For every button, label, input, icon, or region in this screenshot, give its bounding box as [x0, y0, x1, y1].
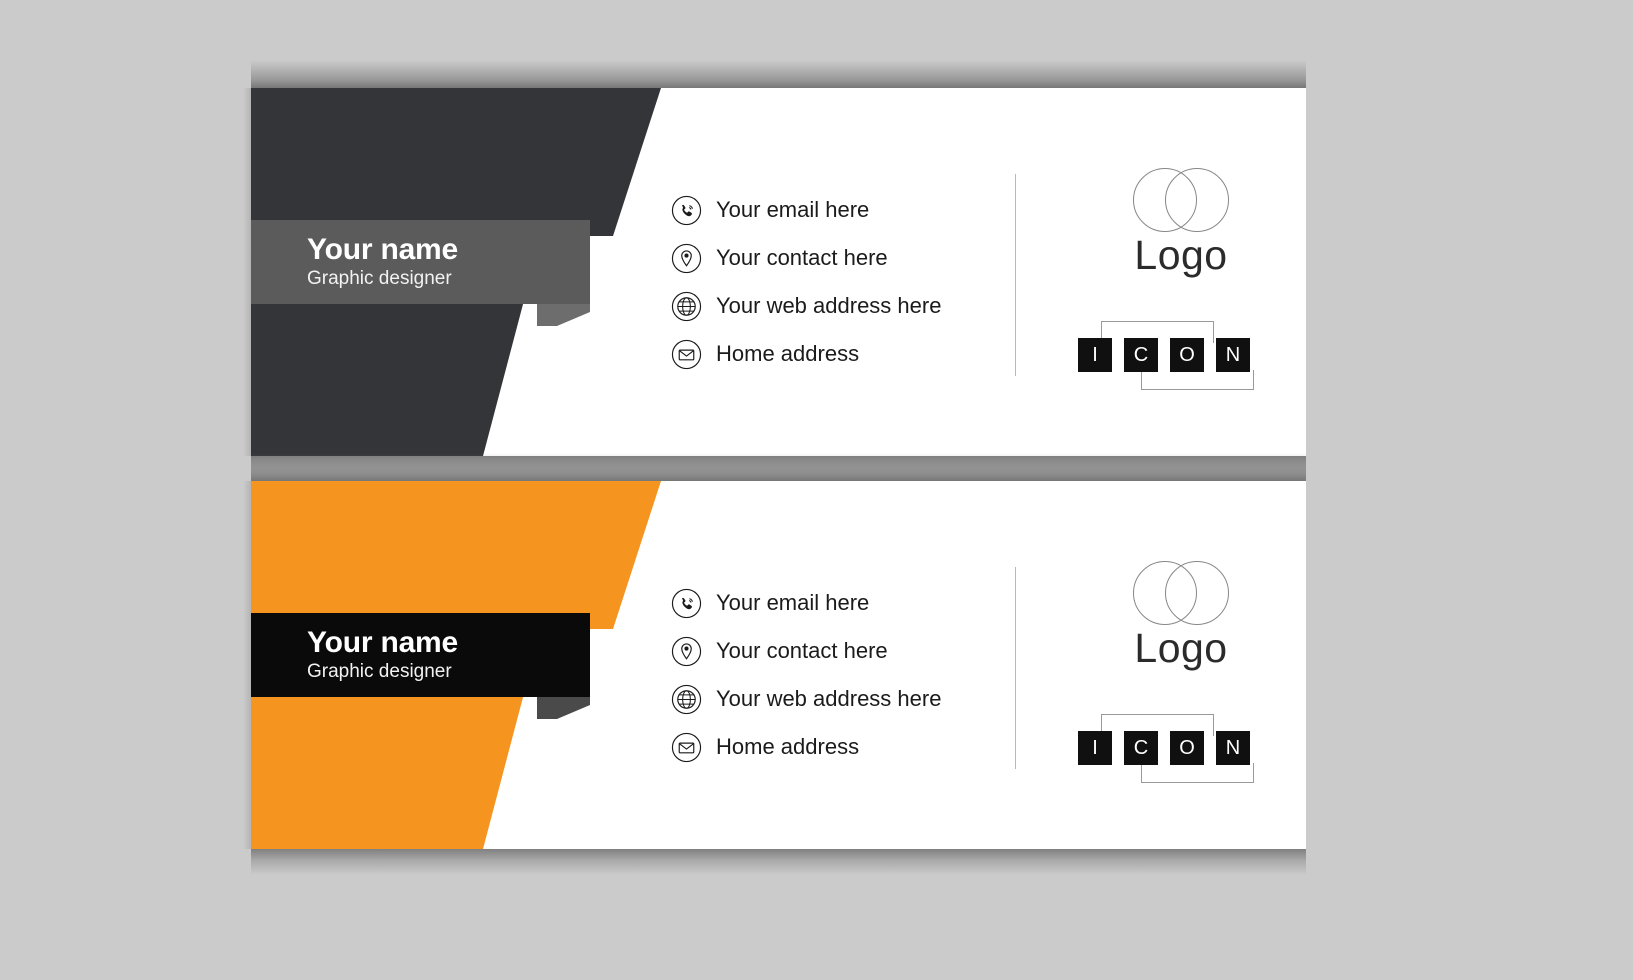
icon-badge[interactable]: I C O N: [1078, 709, 1278, 783]
icon-letter-squares: I C O N: [1078, 338, 1250, 372]
location-pin-icon: [671, 636, 702, 667]
icon-connector-bottom: [1141, 763, 1254, 783]
icon-letter-o: O: [1170, 338, 1204, 372]
name-band: Your name Graphic designer: [251, 220, 590, 304]
contact-label: Your web address here: [716, 686, 942, 711]
contact-label: Your contact here: [716, 638, 888, 663]
contact-row[interactable]: Your web address here: [671, 282, 1011, 330]
globe-icon: [671, 291, 702, 322]
contact-row[interactable]: Your email here: [671, 579, 1011, 627]
card-top-shadow: [251, 453, 1306, 481]
envelope-icon: [671, 732, 702, 763]
contact-row[interactable]: Home address: [671, 723, 1011, 771]
contact-label: Your email here: [716, 197, 870, 222]
vertical-divider: [1015, 567, 1016, 769]
icon-letter-i: I: [1078, 731, 1112, 765]
phone-icon: [671, 195, 702, 226]
location-pin-icon: [671, 243, 702, 274]
envelope-icon: [671, 339, 702, 370]
icon-letter-c: C: [1124, 338, 1158, 372]
card-name: Your name: [307, 232, 459, 266]
icon-letter-n: N: [1216, 338, 1250, 372]
logo-block[interactable]: Logo: [1091, 168, 1271, 276]
card-top-shadow: [251, 60, 1306, 88]
icon-badge[interactable]: I C O N: [1078, 316, 1278, 390]
name-band: Your name Graphic designer: [251, 613, 590, 697]
contact-row[interactable]: Your contact here: [671, 627, 1011, 675]
icon-letter-c: C: [1124, 731, 1158, 765]
contact-label: Home address: [716, 341, 860, 366]
two-overlapping-circles-icon: [1131, 561, 1231, 627]
icon-letter-i: I: [1078, 338, 1112, 372]
phone-icon: [671, 588, 702, 619]
card-role: Graphic designer: [307, 267, 452, 289]
vertical-divider: [1015, 174, 1016, 376]
contact-list: Your email here Your contact here Your w…: [671, 579, 1011, 771]
card-bottom-shadow: [251, 456, 1306, 482]
business-card-dark[interactable]: Your name Graphic designer Your email he…: [251, 88, 1306, 456]
logo-word: Logo: [1134, 625, 1228, 671]
icon-letter-squares: I C O N: [1078, 731, 1250, 765]
two-overlapping-circles-icon: [1131, 168, 1231, 234]
card-name: Your name: [307, 625, 459, 659]
icon-letter-n: N: [1216, 731, 1250, 765]
contact-list: Your email here Your contact here Your w…: [671, 186, 1011, 378]
icon-letter-o: O: [1170, 731, 1204, 765]
contact-row[interactable]: Your web address here: [671, 675, 1011, 723]
logo-block[interactable]: Logo: [1091, 561, 1271, 669]
contact-label: Home address: [716, 734, 860, 759]
logo-word: Logo: [1134, 232, 1228, 278]
contact-label: Your web address here: [716, 293, 942, 318]
card-bottom-shadow: [251, 849, 1306, 875]
contact-row[interactable]: Home address: [671, 330, 1011, 378]
contact-label: Your email here: [716, 590, 870, 615]
contact-row[interactable]: Your email here: [671, 186, 1011, 234]
contact-label: Your contact here: [716, 245, 888, 270]
icon-connector-bottom: [1141, 370, 1254, 390]
card-role: Graphic designer: [307, 660, 452, 682]
business-card-orange[interactable]: Your name Graphic designer Your email he…: [251, 481, 1306, 849]
globe-icon: [671, 684, 702, 715]
contact-row[interactable]: Your contact here: [671, 234, 1011, 282]
design-canvas: Your name Graphic designer Your email he…: [0, 0, 1633, 980]
